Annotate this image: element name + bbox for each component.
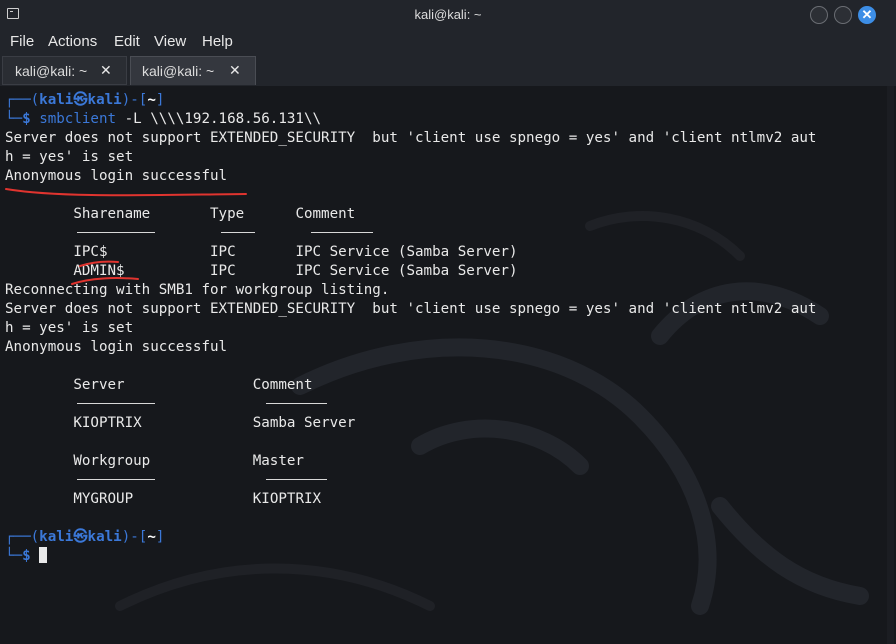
share-comment: IPC Service (Samba Server) — [295, 244, 518, 260]
column-underline — [77, 232, 155, 233]
command-name: smbclient — [39, 111, 117, 127]
prompt-user: kali㉿kali — [39, 529, 122, 545]
tab-close-icon[interactable]: ✕ — [100, 62, 112, 79]
col-master: Master — [252, 453, 304, 469]
server-row: KIOPTRIX Samba Server — [5, 414, 816, 433]
tab-label: kali@kali: ~ — [15, 63, 88, 79]
close-icon: ✕ — [861, 7, 873, 22]
terminal-output[interactable]: ┌──(kali㉿kali)-[~] └─$ smbclient -L \\\\… — [0, 86, 896, 644]
prompt-bracket: ┌──( — [5, 529, 40, 545]
menu-help[interactable]: Help — [202, 33, 233, 50]
prompt-bracket: ] — [155, 529, 165, 545]
tab-terminal-2-active[interactable]: kali@kali: ~ ✕ — [130, 56, 256, 85]
col-sharename: Sharename — [73, 206, 151, 222]
minimize-button[interactable] — [810, 6, 828, 24]
title-bar: kali@kali: ~ ✕ — [0, 0, 896, 30]
output-line: Anonymous login successful — [5, 168, 228, 184]
output-line: Anonymous login successful — [5, 339, 228, 355]
window-title: kali@kali: ~ — [414, 7, 482, 22]
column-underline — [77, 403, 155, 404]
share-type: IPC — [210, 263, 236, 279]
column-underline — [221, 232, 255, 233]
output-line: Reconnecting with SMB1 for workgroup lis… — [5, 282, 390, 298]
tab-terminal-1[interactable]: kali@kali: ~ ✕ — [2, 56, 127, 85]
col-server: Server — [73, 377, 125, 393]
share-row: IPC$ IPC IPC Service (Samba Server) — [5, 243, 816, 262]
prompt-directory: ~ — [147, 529, 156, 545]
column-underline — [311, 232, 373, 233]
workgroup-master: KIOPTRIX — [252, 491, 322, 507]
col-workgroup: Workgroup — [73, 453, 151, 469]
share-type: IPC — [210, 244, 236, 260]
prompt-corner: └─ — [5, 111, 23, 127]
tab-close-icon[interactable]: ✕ — [229, 62, 241, 79]
prompt-directory: ~ — [147, 92, 156, 108]
share-row: ADMIN$ IPC IPC Service (Samba Server) — [5, 262, 816, 281]
prompt-line: ┌──(kali㉿kali)-[~] — [5, 91, 816, 110]
prompt-user: kali㉿kali — [39, 92, 122, 108]
prompt-bracket: )-[ — [121, 92, 148, 108]
text-cursor — [39, 547, 48, 563]
col-comment: Comment — [252, 377, 313, 393]
col-type: Type — [210, 206, 245, 222]
server-comment: Samba Server — [252, 415, 356, 431]
menu-bar: File Actions Edit View Help — [0, 30, 896, 56]
command-line: └─$ smbclient -L \\\\192.168.56.131\\ — [5, 110, 816, 129]
output-line: Server does not support EXTENDED_SECURIT… — [5, 130, 817, 146]
prompt-dollar: $ — [22, 111, 40, 127]
menu-actions[interactable]: Actions — [48, 33, 97, 50]
menu-edit[interactable]: Edit — [114, 33, 140, 50]
output-line: h = yes' is set — [5, 149, 134, 165]
tab-bar: kali@kali: ~ ✕ kali@kali: ~ ✕ — [0, 56, 896, 86]
col-comment: Comment — [295, 206, 356, 222]
prompt-bracket: ┌──( — [5, 92, 40, 108]
share-name: IPC$ — [73, 244, 108, 260]
command-args: -L \\\\192.168.56.131\\ — [116, 111, 322, 127]
server-header-row: Server Comment — [5, 376, 816, 395]
menu-file[interactable]: File — [10, 33, 34, 50]
terminal-lines: ┌──(kali㉿kali)-[~] └─$ smbclient -L \\\\… — [5, 91, 816, 566]
prompt-bracket: ] — [155, 92, 165, 108]
workgroup-name: MYGROUP — [73, 491, 134, 507]
output-line: Server does not support EXTENDED_SECURIT… — [5, 301, 817, 317]
prompt-bracket: )-[ — [121, 529, 148, 545]
command-line[interactable]: └─$ — [5, 547, 816, 566]
prompt-dollar: $ — [22, 548, 40, 564]
tab-label: kali@kali: ~ — [142, 63, 215, 79]
menu-view[interactable]: View — [154, 33, 186, 50]
workgroup-header-row: Workgroup Master — [5, 452, 816, 471]
column-underline — [266, 403, 327, 404]
column-underline — [77, 479, 155, 480]
column-underline — [266, 479, 327, 480]
terminal-scrollbar[interactable] — [887, 86, 894, 644]
share-name: ADMIN$ — [73, 263, 125, 279]
share-header-row: Sharename Type Comment — [5, 205, 816, 224]
maximize-button[interactable] — [834, 6, 852, 24]
output-line: h = yes' is set — [5, 320, 134, 336]
server-name: KIOPTRIX — [73, 415, 142, 431]
workgroup-row: MYGROUP KIOPTRIX — [5, 490, 816, 509]
close-window-button[interactable]: ✕ — [858, 6, 876, 24]
share-comment: IPC Service (Samba Server) — [295, 263, 518, 279]
prompt-corner: └─ — [5, 548, 23, 564]
prompt-line: ┌──(kali㉿kali)-[~] — [5, 528, 816, 547]
